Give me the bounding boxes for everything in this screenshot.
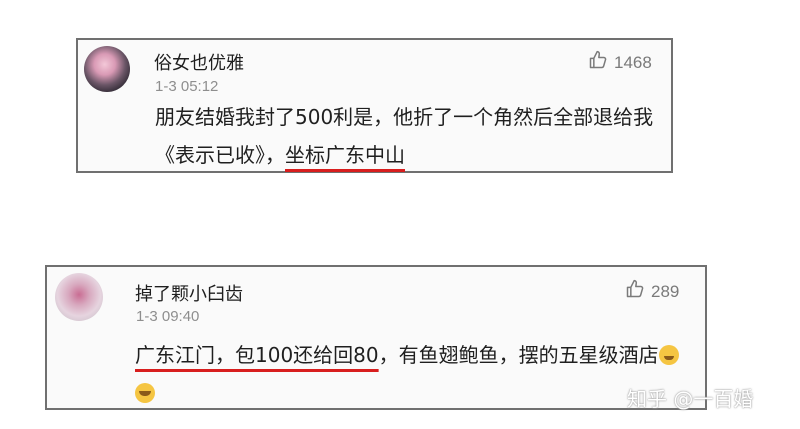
avatar[interactable] — [55, 273, 103, 321]
comment-text: 广东江门，包100还给回80，有鱼翅鲍鱼，摆的五星级酒店 — [135, 336, 695, 412]
avatar[interactable] — [84, 46, 130, 92]
tears-of-joy-emoji — [135, 383, 155, 403]
comment-timestamp: 1-3 09:40 — [136, 308, 200, 325]
like-button[interactable]: 289 — [625, 279, 679, 304]
comment-card: 俗女也优雅 1-3 05:12 1468 朋友结婚我封了500利是，他折了一个角… — [76, 38, 673, 173]
like-count: 289 — [651, 281, 680, 301]
watermark: 知乎 @一百婚 — [627, 387, 754, 411]
laughing-tears-emoji — [658, 345, 679, 365]
highlighted-text: 坐标广东中山 — [285, 143, 405, 167]
comment-card: 掉了颗小臼齿 1-3 09:40 289 广东江门，包100还给回80，有鱼翅鲍… — [45, 265, 707, 410]
comment-timestamp: 1-3 05:12 — [155, 78, 219, 95]
thumbs-up-icon — [588, 50, 608, 75]
like-button[interactable]: 1468 — [588, 50, 652, 75]
like-count: 1468 — [614, 52, 652, 72]
highlighted-text: 广东江门，包100还给回80 — [135, 343, 379, 367]
comment-text: 朋友结婚我封了500利是，他折了一个角然后全部退给我《表示已收》，坐标广东中山 — [155, 98, 665, 174]
comment-username[interactable]: 俗女也优雅 — [154, 49, 244, 75]
thumbs-up-icon — [625, 279, 645, 304]
comment-username[interactable]: 掉了颗小臼齿 — [135, 280, 243, 306]
comment-text-plain: ，有鱼翅鲍鱼，摆的五星级酒店 — [378, 343, 659, 367]
